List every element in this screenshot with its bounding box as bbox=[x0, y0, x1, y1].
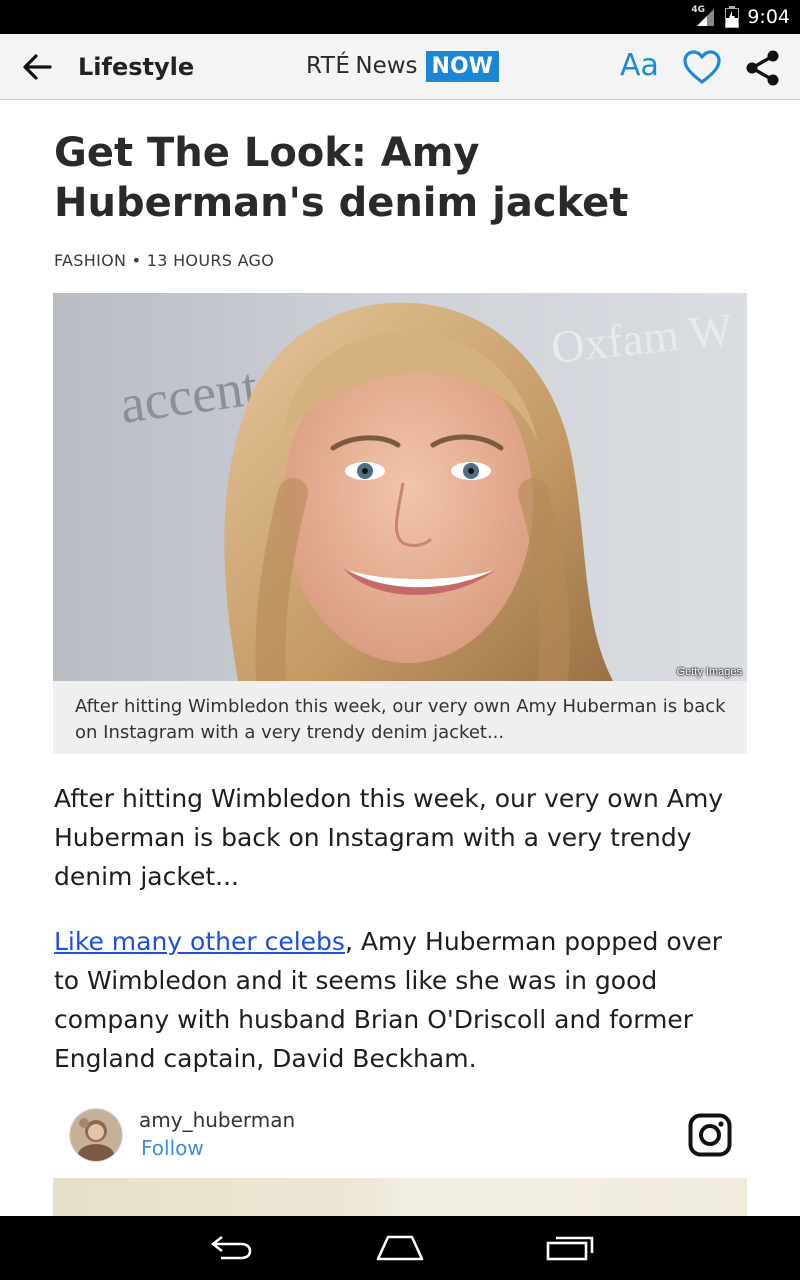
section-title: Lifestyle bbox=[78, 53, 195, 81]
brand-rte: RTÉ bbox=[306, 53, 351, 79]
home-nav-icon bbox=[376, 1235, 424, 1261]
instagram-follow-button[interactable]: Follow bbox=[141, 1136, 204, 1160]
back-nav-icon bbox=[210, 1235, 252, 1260]
brand-logo: RTÉ News NOW bbox=[306, 48, 499, 84]
brand-news: News bbox=[355, 53, 418, 79]
favorite-button[interactable] bbox=[682, 48, 722, 88]
app-bar: Lifestyle RTÉ News NOW Aa bbox=[0, 34, 800, 100]
back-nav-button[interactable] bbox=[190, 1226, 270, 1270]
font-size-button[interactable]: Aa bbox=[620, 48, 659, 83]
status-bar: 4G 9:04 bbox=[0, 0, 800, 34]
status-icons: 4G 9:04 bbox=[691, 0, 790, 34]
instagram-username[interactable]: amy_huberman bbox=[139, 1108, 295, 1132]
back-button[interactable] bbox=[16, 46, 58, 88]
battery-icon bbox=[725, 6, 740, 28]
article-paragraph-1: After hitting Wimbledon this week, our v… bbox=[54, 784, 724, 891]
instagram-avatar[interactable] bbox=[69, 1108, 123, 1162]
status-time: 9:04 bbox=[747, 6, 790, 28]
hero-image[interactable]: accent Oxfam W Getty Images bbox=[53, 293, 747, 681]
instagram-post-image[interactable] bbox=[53, 1178, 747, 1216]
article-meta: FASHION • 13 HOURS AGO bbox=[54, 251, 275, 270]
signal-icon: 4G bbox=[691, 5, 717, 29]
article-paragraph-2: Like many other celebs, Amy Huberman pop… bbox=[54, 922, 754, 1078]
heart-icon bbox=[683, 50, 721, 84]
home-nav-button[interactable] bbox=[360, 1226, 440, 1270]
brand-now-badge: NOW bbox=[425, 50, 499, 82]
arrow-left-icon bbox=[23, 54, 52, 80]
celebs-link[interactable]: Like many other celebs bbox=[54, 927, 345, 956]
image-credit: Getty Images bbox=[676, 666, 742, 678]
share-button[interactable] bbox=[744, 48, 782, 88]
image-caption: After hitting Wimbledon this week, our v… bbox=[75, 696, 726, 743]
recents-nav-button[interactable] bbox=[530, 1226, 610, 1270]
image-caption-box: After hitting Wimbledon this week, our v… bbox=[53, 681, 747, 754]
recents-nav-icon bbox=[546, 1236, 594, 1261]
instagram-icon[interactable] bbox=[688, 1113, 732, 1157]
share-icon bbox=[746, 50, 779, 86]
navigation-bar bbox=[0, 1216, 800, 1280]
article-headline: Get The Look: Amy Huberman's denim jacke… bbox=[54, 130, 629, 226]
